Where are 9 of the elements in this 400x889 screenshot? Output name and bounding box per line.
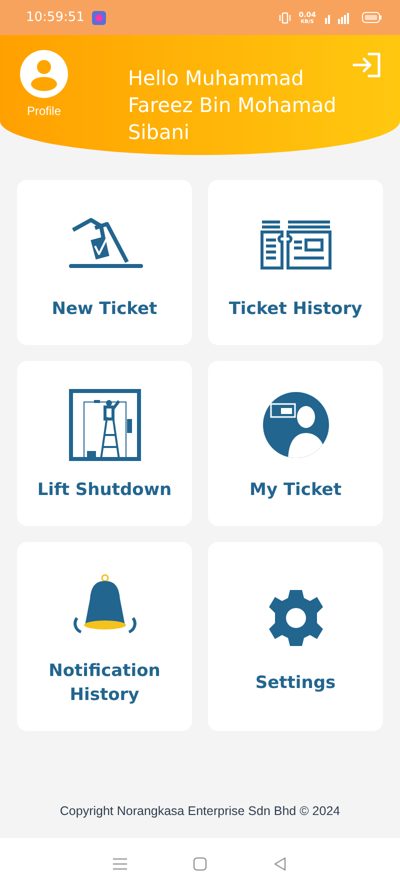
menu-tile[interactable]: My Ticket (208, 361, 383, 526)
menu-tile[interactable]: Ticket History (208, 180, 383, 345)
menu-tile[interactable]: New Ticket (17, 180, 192, 345)
greeting-text: Hello Muhammad Fareez Bin Mohamad Sibani (128, 65, 338, 146)
menu-tile[interactable]: Settings (208, 542, 383, 731)
menu-tile[interactable]: Lift Shutdown (17, 361, 192, 526)
status-time: 10:59:51 (26, 10, 84, 25)
menu-tile[interactable]: Notification History (17, 542, 192, 731)
copyright-text: Copyright Norangkasa Enterprise Sdn Bhd © 2024 (60, 804, 340, 818)
